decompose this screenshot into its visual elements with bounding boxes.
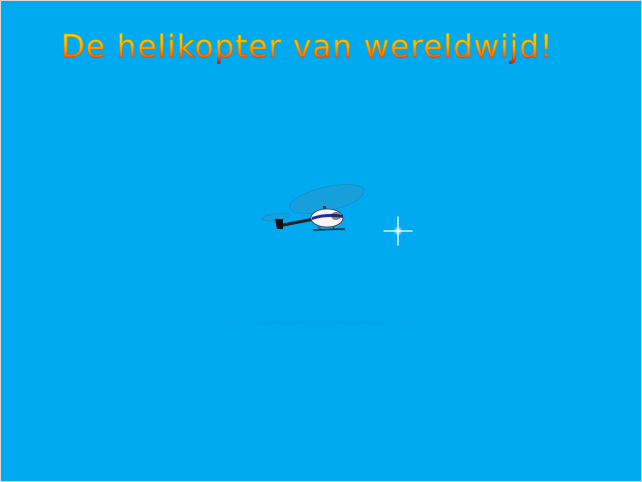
game-stage[interactable]: De helikopter van wereldwijd!	[0, 0, 642, 482]
ground-shadow	[206, 319, 436, 327]
game-title: De helikopter van wereldwijd!	[61, 29, 554, 66]
crosshair-icon	[383, 216, 413, 246]
helicopter-icon[interactable]	[256, 179, 374, 237]
